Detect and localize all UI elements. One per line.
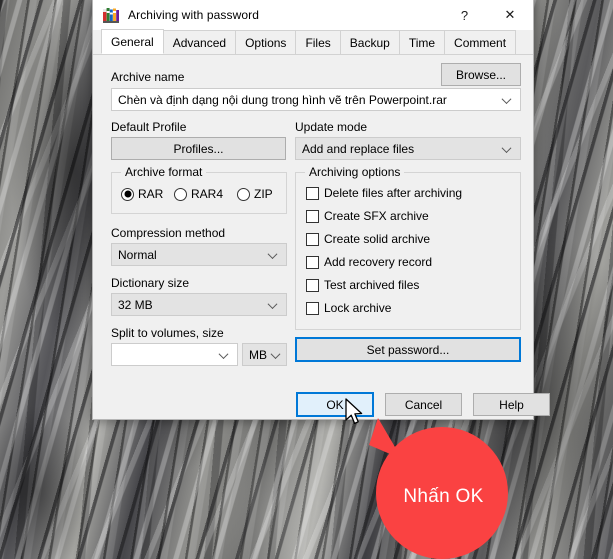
checkbox-box-icon [306, 255, 319, 269]
tab-files[interactable]: Files [295, 30, 341, 54]
chevron-down-icon [269, 249, 278, 258]
checkbox-create-solid-archive[interactable]: Create solid archive [306, 232, 430, 246]
radio-zip[interactable]: ZIP [237, 187, 273, 201]
set-password-button[interactable]: Set password... [295, 337, 521, 362]
radio-dot-icon [121, 187, 134, 201]
checkbox-label: Delete files after archiving [324, 186, 463, 200]
chevron-down-icon [272, 349, 281, 358]
dictionary-size-combo[interactable]: 32 MB [111, 293, 287, 316]
radio-rar4[interactable]: RAR4 [174, 187, 223, 201]
radio-dot-icon [174, 187, 187, 201]
chevron-down-icon [503, 94, 512, 103]
checkbox-delete-files-after-archiving[interactable]: Delete files after archiving [306, 186, 462, 200]
compression-method-combo[interactable]: Normal [111, 243, 287, 266]
archiving-options-legend: Archiving options [305, 166, 405, 179]
dialog-title: Archiving with password [128, 8, 260, 22]
compression-method-value: Normal [118, 247, 157, 262]
cancel-button[interactable]: Cancel [385, 393, 462, 416]
profiles-button[interactable]: Profiles... [111, 137, 286, 160]
checkbox-create-sfx-archive[interactable]: Create SFX archive [306, 209, 429, 223]
tab-general[interactable]: General [101, 29, 164, 54]
tab-options[interactable]: Options [235, 30, 297, 54]
split-volumes-combo[interactable] [111, 343, 238, 366]
checkbox-lock-archive[interactable]: Lock archive [306, 301, 391, 315]
tab-advanced[interactable]: Advanced [162, 30, 237, 54]
update-mode-value: Add and replace files [302, 141, 415, 156]
dialog-titlebar[interactable]: Archiving with password ? ✕ [93, 0, 533, 30]
tab-backup[interactable]: Backup [339, 30, 400, 54]
archiving-options-group: Archiving options Delete files after arc… [295, 166, 521, 330]
help-icon[interactable]: ? [442, 0, 487, 30]
split-volumes-unit-value: MB [249, 347, 267, 362]
chevron-down-icon [269, 299, 278, 308]
split-volumes-unit-combo[interactable]: MB [242, 343, 287, 366]
update-mode-combo[interactable]: Add and replace files [295, 137, 521, 160]
checkbox-label: Test archived files [324, 278, 420, 292]
checkbox-test-archived-files[interactable]: Test archived files [306, 278, 419, 292]
archiving-with-password-dialog: Archiving with password ? ✕ General Adva… [92, 0, 550, 420]
tab-time[interactable]: Time [398, 30, 446, 54]
winrar-books-icon [103, 8, 119, 23]
default-profile-label: Default Profile [111, 120, 187, 134]
radio-zip-label: ZIP [254, 187, 273, 201]
checkbox-label: Create SFX archive [324, 209, 429, 223]
dictionary-size-label: Dictionary size [111, 276, 190, 290]
checkbox-box-icon [306, 278, 319, 292]
help-button[interactable]: Help [473, 393, 550, 416]
split-volumes-label: Split to volumes, size [111, 326, 224, 340]
chevron-down-icon [220, 349, 229, 358]
archive-name-input[interactable]: Chèn và định dạng nội dung trong hình vẽ… [111, 88, 521, 111]
close-icon[interactable]: ✕ [487, 0, 533, 30]
radio-dot-icon [237, 187, 250, 201]
browse-button[interactable]: Browse... [441, 63, 521, 86]
archive-name-value: Chèn và định dạng nội dung trong hình vẽ… [118, 92, 447, 107]
checkbox-box-icon [306, 301, 319, 315]
checkbox-box-icon [306, 209, 319, 223]
checkbox-box-icon [306, 232, 319, 246]
tab-comment[interactable]: Comment [444, 30, 517, 54]
chevron-down-icon [503, 143, 512, 152]
archive-name-label: Archive name [111, 70, 185, 84]
radio-rar4-label: RAR4 [191, 187, 224, 201]
checkbox-add-recovery-record[interactable]: Add recovery record [306, 255, 432, 269]
compression-method-label: Compression method [111, 226, 226, 240]
checkbox-box-icon [306, 186, 319, 200]
checkbox-label: Create solid archive [324, 232, 431, 246]
checkbox-label: Lock archive [324, 301, 392, 315]
radio-rar-label: RAR [138, 187, 164, 201]
radio-rar[interactable]: RAR [121, 187, 163, 201]
titlebar-buttons: ? ✕ [442, 0, 533, 30]
tab-strip: General Advanced Options Files Backup Ti… [93, 29, 533, 55]
mouse-cursor [345, 398, 363, 425]
archive-format-legend: Archive format [121, 166, 207, 179]
general-tab-page: Archive name Browse... Chèn và định dạng… [93, 55, 550, 419]
checkbox-label: Add recovery record [324, 255, 433, 269]
update-mode-label: Update mode [295, 120, 368, 134]
dictionary-size-value: 32 MB [118, 297, 153, 312]
archive-format-group: Archive format RAR RAR4 ZIP [111, 166, 287, 214]
